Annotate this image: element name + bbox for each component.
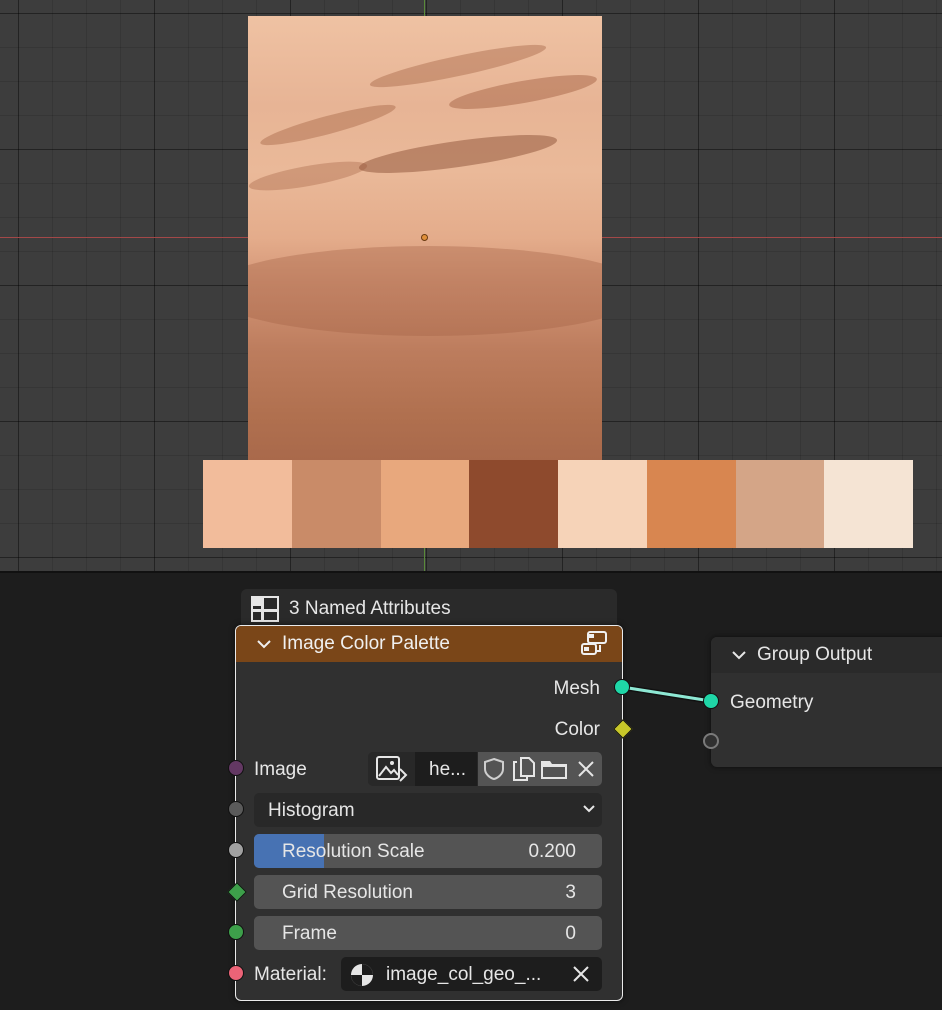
image-color-palette-node[interactable]: Image Color Palette Mesh Color Image he.… (227, 625, 633, 1001)
material-label: Material: (254, 964, 327, 985)
close-icon (577, 760, 595, 778)
palette-swatch (291, 460, 381, 548)
open-image-button[interactable] (538, 752, 570, 786)
object-origin (421, 234, 428, 241)
image-name: he... (429, 759, 466, 780)
palette-swatch (646, 460, 736, 548)
geometry-input-socket[interactable] (703, 693, 719, 709)
collapse-chevron-icon[interactable] (731, 649, 747, 661)
group-output-node[interactable]: Group Output Geometry (703, 637, 942, 767)
dune-shadow (447, 68, 599, 116)
image-input-label: Image (254, 759, 307, 780)
palette-swatch (380, 460, 470, 548)
frame-label: 3 Named Attributes (289, 598, 451, 619)
palette-swatches (203, 460, 913, 548)
image-input-socket[interactable] (228, 760, 244, 776)
chevron-down-icon (582, 804, 596, 814)
resolution-scale-label: Resolution Scale (282, 841, 425, 862)
mesh-output-label: Mesh (553, 678, 600, 699)
dune-shadow (248, 155, 369, 197)
frame-icon (251, 596, 279, 622)
unlink-image-button[interactable] (570, 752, 602, 786)
node-group-icon[interactable] (580, 631, 608, 657)
palette-swatch (469, 460, 558, 548)
frame-node[interactable]: 3 Named Attributes (241, 589, 617, 629)
fake-user-button[interactable] (478, 752, 508, 786)
close-icon[interactable] (572, 965, 590, 983)
empty-input-socket[interactable] (703, 733, 719, 749)
dune-shadow (248, 246, 602, 336)
collapse-chevron-icon[interactable] (256, 638, 272, 650)
resolution-scale-socket[interactable] (228, 842, 244, 858)
image-name-field[interactable]: he... (415, 752, 477, 786)
grid-resolution-label: Grid Resolution (282, 882, 413, 903)
node-editor[interactable]: 3 Named Attributes Image Color Palette M… (0, 573, 942, 1010)
material-name: image_col_geo_... (386, 964, 542, 985)
geometry-input-label: Geometry (730, 692, 814, 713)
method-value: Histogram (268, 800, 355, 821)
palette-swatch (203, 460, 292, 548)
folder-icon (540, 758, 568, 780)
palette-swatch (735, 460, 825, 548)
dune-shadow (357, 127, 559, 181)
resolution-scale-slider[interactable]: Resolution Scale 0.200 (254, 834, 602, 868)
frame-value: 0 (565, 923, 576, 944)
mesh-output-socket[interactable] (614, 679, 630, 695)
material-selector[interactable]: image_col_geo_... (341, 957, 602, 991)
method-dropdown[interactable]: Histogram (254, 793, 602, 827)
3d-viewport[interactable] (0, 0, 942, 571)
new-image-button[interactable] (508, 752, 538, 786)
material-input-socket[interactable] (228, 965, 244, 981)
frame-field[interactable]: Frame 0 (254, 916, 602, 950)
image-selector[interactable]: he... (368, 752, 602, 786)
image-browse-button[interactable] (368, 752, 414, 786)
group-output-header[interactable]: Group Output (711, 637, 942, 673)
image-icon (376, 756, 408, 782)
palette-swatch (558, 460, 647, 548)
material-icon (349, 962, 375, 988)
grid-resolution-field[interactable]: Grid Resolution 3 (254, 875, 602, 909)
frame-input-socket[interactable] (228, 924, 244, 940)
palette-swatch (824, 460, 913, 548)
group-output-title: Group Output (757, 644, 873, 665)
duplicate-icon (512, 756, 536, 782)
frame-label: Frame (282, 923, 337, 944)
dune-shadow (258, 98, 398, 152)
shield-icon (483, 757, 505, 781)
node-header[interactable]: Image Color Palette (236, 626, 622, 662)
color-output-label: Color (554, 719, 600, 740)
method-input-socket[interactable] (228, 801, 244, 817)
resolution-scale-value: 0.200 (528, 841, 576, 862)
grid-resolution-value: 3 (565, 882, 576, 903)
node-title: Image Color Palette (282, 633, 450, 654)
